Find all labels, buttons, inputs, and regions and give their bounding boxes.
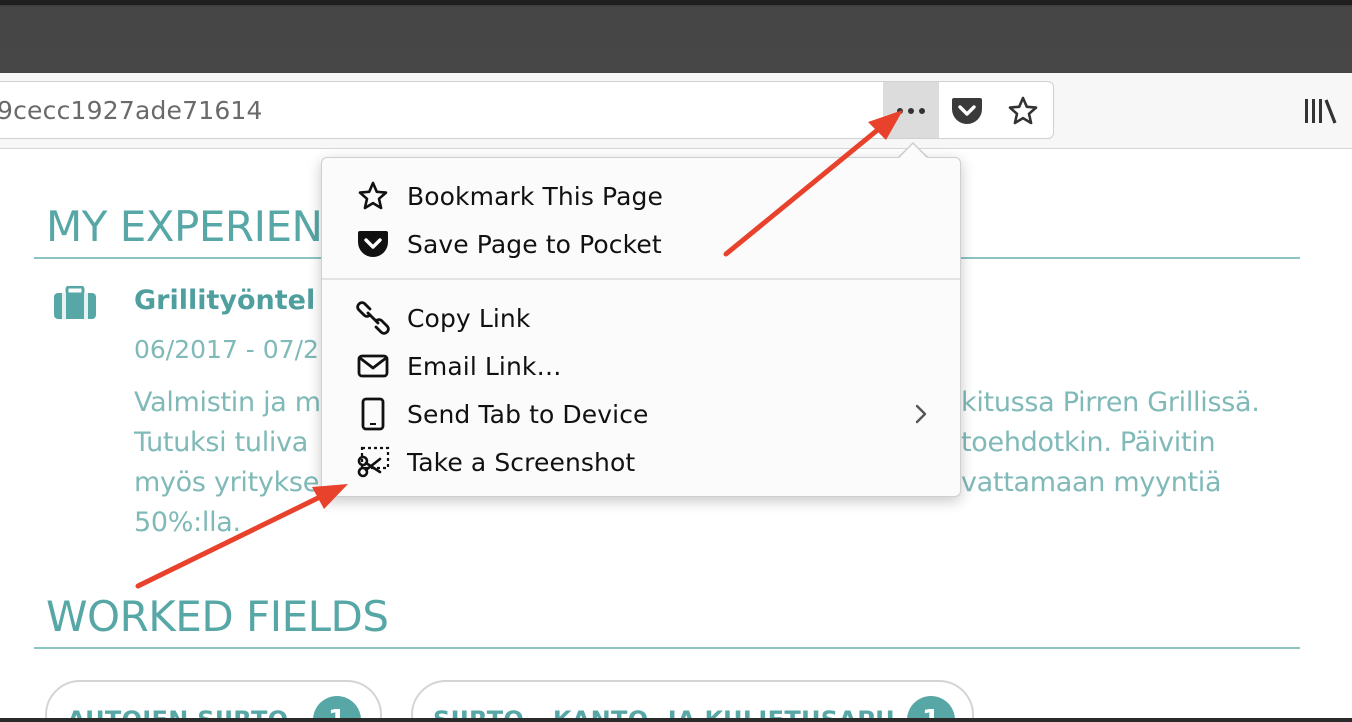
- url-text[interactable]: 9cecc1927ade71614: [0, 96, 263, 125]
- library-icon: [1305, 99, 1337, 124]
- link-icon: [356, 301, 390, 335]
- menu-item-label: Take a Screenshot: [407, 447, 636, 477]
- divider: [34, 647, 1300, 649]
- job-dates: 06/2017 - 07/2: [134, 335, 319, 364]
- browser-toolbar: 9cecc1927ade71614: [0, 73, 1352, 149]
- page-actions-button[interactable]: [883, 82, 939, 138]
- more-dots-icon: [897, 108, 925, 114]
- menu-item-take-screenshot[interactable]: Take a Screenshot: [322, 439, 960, 485]
- job-description-line: myös yritykse: [134, 467, 320, 498]
- briefcase-icon: [54, 286, 96, 319]
- menu-item-label: Bookmark This Page: [407, 181, 663, 211]
- mobile-device-icon: [361, 397, 385, 431]
- field-tag[interactable]: AUTOJEN SIIRTO 1: [45, 680, 382, 722]
- job-description-line: vattamaan myyntiä: [961, 467, 1222, 498]
- chevron-right-icon: [915, 404, 927, 424]
- screenshot-scissors-icon: [357, 446, 390, 478]
- menu-separator: [322, 278, 960, 280]
- menu-item-copy-link[interactable]: Copy Link: [322, 295, 960, 341]
- pocket-icon: [952, 98, 982, 124]
- menu-item-save-to-pocket[interactable]: Save Page to Pocket: [322, 221, 960, 267]
- job-description-line: 50%:lla.: [134, 507, 241, 538]
- menu-item-label: Save Page to Pocket: [407, 229, 662, 259]
- menu-item-email-link[interactable]: Email Link…: [322, 343, 960, 389]
- job-description-line: kitussa Pirren Grillissä.: [961, 387, 1260, 418]
- star-outline-icon: [1008, 96, 1038, 125]
- pocket-button[interactable]: [939, 82, 995, 138]
- url-bar[interactable]: 9cecc1927ade71614: [0, 81, 1054, 139]
- bookmark-star-button[interactable]: [995, 82, 1051, 138]
- menu-item-bookmark[interactable]: Bookmark This Page: [322, 173, 960, 219]
- menu-item-label: Send Tab to Device: [407, 399, 649, 429]
- page-actions-menu: Bookmark This Page Save Page to Pocket C…: [321, 157, 961, 497]
- experience-heading: MY EXPERIENC: [46, 202, 352, 251]
- job-title: Grillityöntel: [134, 285, 316, 316]
- star-outline-icon: [358, 181, 388, 210]
- panel-arrow-fill: [898, 144, 928, 159]
- menu-item-label: Email Link…: [407, 351, 562, 381]
- bottom-edge: [0, 718, 1352, 722]
- pocket-icon: [358, 231, 388, 257]
- library-button[interactable]: [1300, 93, 1340, 129]
- field-tag[interactable]: SIIRTO-, KANTO- JA KULJETUSAPU 1: [411, 680, 974, 722]
- menu-item-send-tab[interactable]: Send Tab to Device: [322, 391, 960, 437]
- window-titlebar: [0, 0, 1352, 73]
- worked-fields-heading: WORKED FIELDS: [46, 592, 389, 641]
- job-description-line: Tutuksi tuliva: [134, 427, 309, 458]
- job-description-line: Valmistin ja m: [134, 387, 321, 418]
- job-description-line: toehdotkin. Päivitin: [961, 427, 1216, 458]
- menu-item-label: Copy Link: [407, 303, 531, 333]
- envelope-icon: [357, 354, 389, 378]
